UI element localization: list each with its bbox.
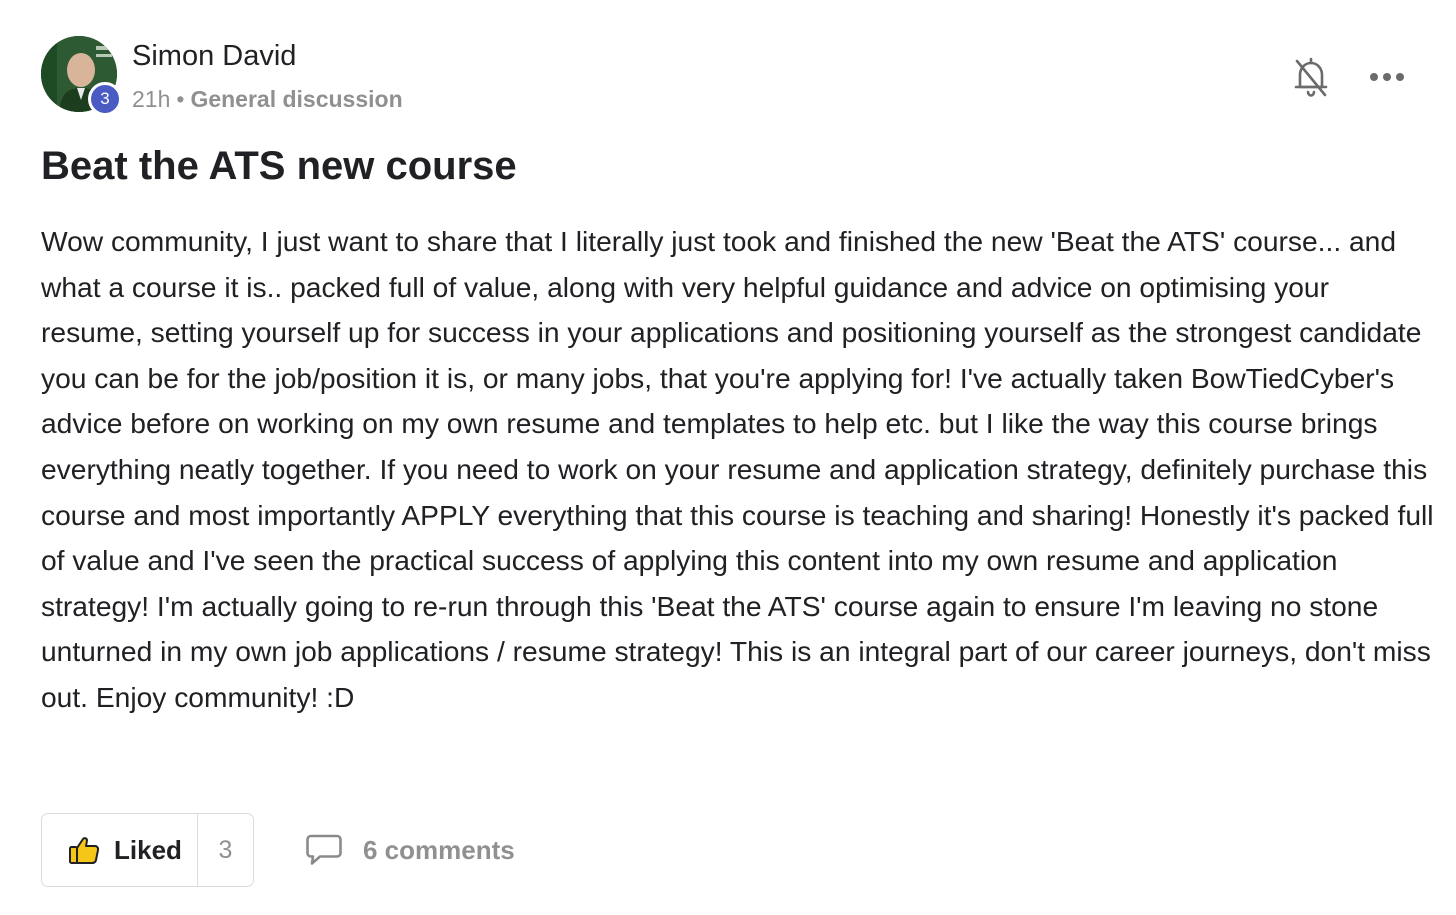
bell-off-icon[interactable]	[1291, 56, 1331, 100]
post-time: 21h	[132, 86, 171, 112]
more-horizontal-icon[interactable]	[1366, 62, 1408, 92]
like-label: Liked	[114, 834, 182, 865]
comment-icon	[305, 833, 343, 867]
like-button[interactable]: Liked	[42, 814, 198, 886]
comments-label: 6 comments	[363, 834, 515, 865]
author-avatar-wrap[interactable]: 3	[41, 36, 122, 116]
post-body: Wow community, I just want to share that…	[41, 225, 1434, 713]
post-meta: 21h • General discussion	[132, 86, 403, 113]
like-group: Liked 3	[41, 813, 254, 887]
author-name[interactable]: Simon David	[132, 40, 296, 73]
level-badge: 3	[88, 82, 122, 116]
comments-button[interactable]: 6 comments	[305, 830, 515, 870]
meta-separator: •	[176, 86, 185, 112]
like-count[interactable]: 3	[198, 814, 253, 886]
thumbs-up-icon	[68, 834, 100, 866]
post-category[interactable]: General discussion	[190, 86, 402, 112]
post-title[interactable]: Beat the ATS new course	[41, 144, 517, 189]
